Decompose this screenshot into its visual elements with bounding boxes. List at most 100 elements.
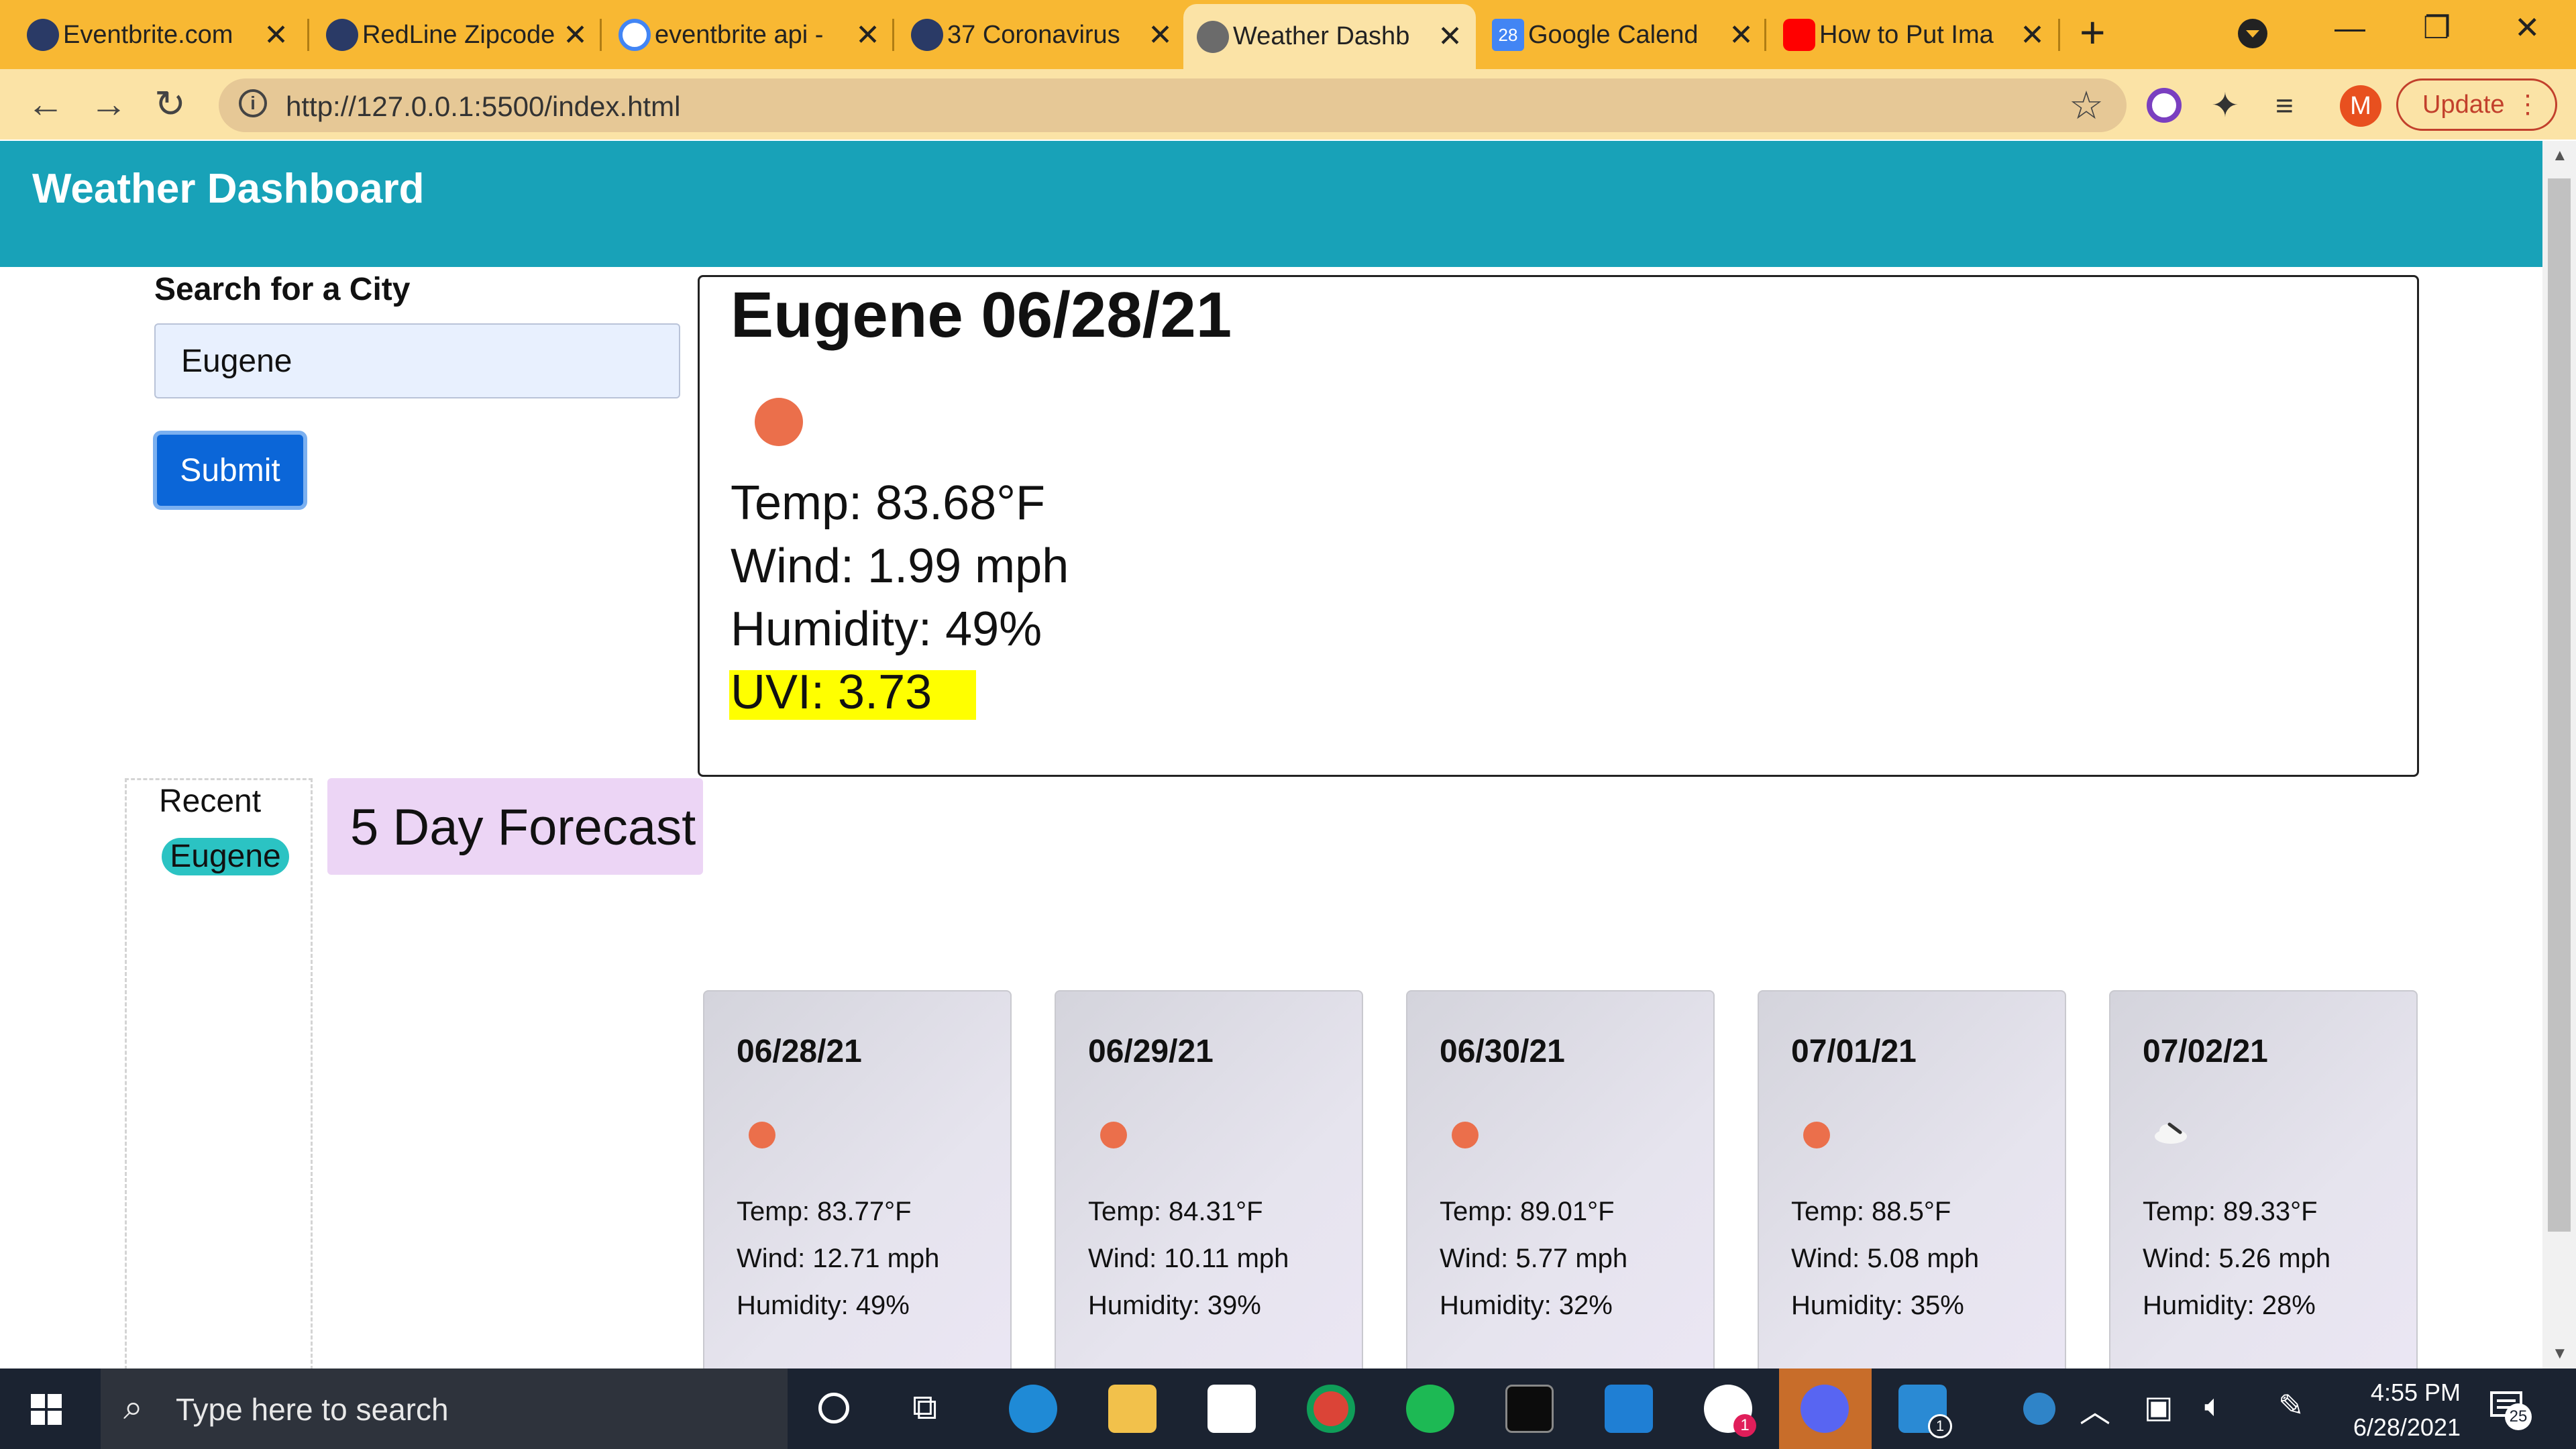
forecast-humidity: Humidity: 28%: [2143, 1291, 2316, 1320]
media-control-icon[interactable]: ≡: [2275, 88, 2310, 123]
current-weather-card: Eugene 06/28/21 Temp: 83.68°F Wind: 1.99…: [698, 275, 2419, 777]
current-humidity: Humidity: 49%: [731, 602, 1042, 656]
tab-eventbrite[interactable]: Eventbrite.com ✕: [13, 8, 302, 62]
notifications-icon[interactable]: 25: [2489, 1387, 2532, 1430]
store-icon[interactable]: [1208, 1385, 1256, 1433]
volume-icon[interactable]: 🔈︎: [2204, 1387, 2223, 1425]
bookmark-star-icon[interactable]: ☆: [2069, 83, 2104, 128]
forecast-date: 06/28/21: [737, 1034, 862, 1069]
close-icon[interactable]: ✕: [2020, 18, 2045, 52]
reload-icon[interactable]: ↻: [154, 84, 186, 124]
tab-label: 37 Coronavirus: [947, 20, 1120, 49]
window-close-icon[interactable]: ✕: [2514, 9, 2540, 46]
clock-time: 4:55 PM: [2370, 1379, 2461, 1406]
scroll-up-icon[interactable]: ▲: [2552, 146, 2568, 165]
sun-icon: [755, 398, 803, 446]
task-view-icon[interactable]: ⧉: [912, 1387, 937, 1428]
help-icon[interactable]: [2023, 1393, 2055, 1425]
tab-label: How to Put Ima: [1819, 20, 1994, 49]
tab-google-calendar[interactable]: 28 Google Calend ✕: [1479, 8, 1767, 62]
tab-youtube[interactable]: How to Put Ima ✕: [1770, 8, 2058, 62]
address-bar[interactable]: i http://127.0.0.1:5500/index.html ☆: [219, 78, 2127, 132]
tab-separator: [600, 19, 602, 51]
slack-badge: 1: [1733, 1414, 1756, 1437]
tab-label: Eventbrite.com: [63, 20, 233, 49]
close-icon[interactable]: ✕: [264, 18, 288, 52]
forecast-date: 06/29/21: [1088, 1034, 1214, 1069]
system-clock[interactable]: 4:55 PM 6/28/2021: [2306, 1375, 2461, 1445]
sun-icon: [749, 1122, 775, 1148]
sun-icon: [1100, 1122, 1127, 1148]
spotify-icon[interactable]: [1406, 1385, 1454, 1433]
profile-avatar[interactable]: M: [2340, 85, 2381, 127]
close-icon[interactable]: ✕: [855, 18, 880, 52]
more-menu-icon[interactable]: ⋮: [2515, 80, 2540, 129]
browser-toolbar: ← → ↻ i http://127.0.0.1:5500/index.html…: [0, 69, 2576, 140]
current-temp: Temp: 83.68°F: [731, 476, 1046, 530]
forecast-humidity: Humidity: 49%: [737, 1291, 910, 1320]
chrome-icon[interactable]: [1307, 1385, 1355, 1433]
tab-search-icon[interactable]: [2238, 19, 2267, 48]
page-header: Weather Dashboard: [0, 141, 2542, 267]
extensions-puzzle-icon[interactable]: ✦: [2211, 88, 2246, 123]
submit-button[interactable]: Submit: [153, 431, 307, 510]
page-scrollbar[interactable]: ▲ ▼: [2542, 141, 2576, 1368]
tab-label: Weather Dashb: [1233, 22, 1410, 50]
cortana-icon[interactable]: [818, 1393, 849, 1424]
back-arrow-icon[interactable]: ←: [27, 84, 64, 124]
city-search-input[interactable]: [154, 323, 680, 398]
file-explorer-icon[interactable]: [1108, 1385, 1157, 1433]
minimize-icon[interactable]: —: [2334, 9, 2365, 46]
forecast-temp: Temp: 84.31°F: [1088, 1197, 1263, 1226]
close-icon[interactable]: ✕: [1148, 18, 1173, 52]
update-button[interactable]: Update ⋮: [2396, 78, 2557, 131]
vscode-icon[interactable]: [1605, 1385, 1653, 1433]
color-extension-icon[interactable]: [2147, 88, 2182, 123]
mail-badge: 1: [1928, 1414, 1952, 1438]
edge-icon[interactable]: [1009, 1385, 1057, 1433]
forecast-wind: Wind: 5.08 mph: [1791, 1244, 1980, 1273]
scroll-down-icon[interactable]: ▼: [2552, 1344, 2568, 1363]
forecast-wind: Wind: 5.26 mph: [2143, 1244, 2331, 1273]
forecast-card: 06/30/21 Temp: 89.01°F Wind: 5.77 mph Hu…: [1406, 990, 1715, 1393]
tab-coronavirus[interactable]: 37 Coronavirus ✕: [898, 8, 1186, 62]
tab-weather-dashboard[interactable]: Weather Dashb ✕: [1183, 4, 1476, 69]
current-uvi: UVI: 3.73: [731, 665, 932, 719]
taskbar-search-box[interactable]: ⌕ Type here to search: [101, 1368, 788, 1449]
clock-date: 6/28/2021: [2353, 1413, 2461, 1441]
globe-icon: [1197, 20, 1229, 53]
person-silhouette-icon: [911, 19, 943, 51]
close-icon[interactable]: ✕: [563, 18, 588, 52]
tab-eventbrite-api[interactable]: eventbrite api - ✕: [605, 8, 894, 62]
tab-redline-zipcode[interactable]: RedLine Zipcode ✕: [313, 8, 601, 62]
pen-icon[interactable]: ✎: [2278, 1387, 2304, 1424]
new-tab-button[interactable]: +: [2080, 7, 2106, 58]
restore-icon[interactable]: ❐: [2423, 9, 2451, 46]
tab-separator: [892, 19, 894, 51]
forward-arrow-icon[interactable]: →: [90, 84, 127, 124]
terminal-icon[interactable]: [1505, 1385, 1554, 1433]
close-icon[interactable]: ✕: [1729, 18, 1754, 52]
forecast-date: 06/30/21: [1440, 1034, 1565, 1069]
close-icon[interactable]: ✕: [1438, 19, 1462, 54]
forecast-temp: Temp: 89.01°F: [1440, 1197, 1615, 1226]
google-icon: [619, 19, 651, 51]
windows-taskbar: ⌕ Type here to search ⧉ 1 1 ︿ ▣ 🔈︎ ✎ 4:5…: [0, 1368, 2576, 1449]
recent-city-button[interactable]: Eugene: [162, 838, 289, 875]
forecast-wind: Wind: 10.11 mph: [1088, 1244, 1289, 1273]
meet-now-icon[interactable]: ▣: [2144, 1389, 2173, 1425]
update-label: Update: [2422, 91, 2505, 119]
chevron-up-icon[interactable]: ︿: [2080, 1387, 2110, 1432]
url-text[interactable]: http://127.0.0.1:5500/index.html: [286, 91, 680, 123]
windows-start-icon[interactable]: [31, 1394, 62, 1425]
recent-searches-panel: Recent Eugene: [125, 778, 313, 1382]
discord-taskbar-slot[interactable]: [1779, 1368, 1872, 1449]
forecast-humidity: Humidity: 32%: [1440, 1291, 1613, 1320]
person-silhouette-icon: [27, 19, 59, 51]
scroll-thumb[interactable]: [2548, 178, 2571, 1232]
tab-separator: [1764, 19, 1766, 51]
mail-icon[interactable]: 1: [1898, 1385, 1952, 1438]
forecast-card: 07/01/21 Temp: 88.5°F Wind: 5.08 mph Hum…: [1758, 990, 2066, 1393]
slack-icon[interactable]: 1: [1704, 1385, 1756, 1437]
info-icon[interactable]: i: [239, 89, 267, 117]
